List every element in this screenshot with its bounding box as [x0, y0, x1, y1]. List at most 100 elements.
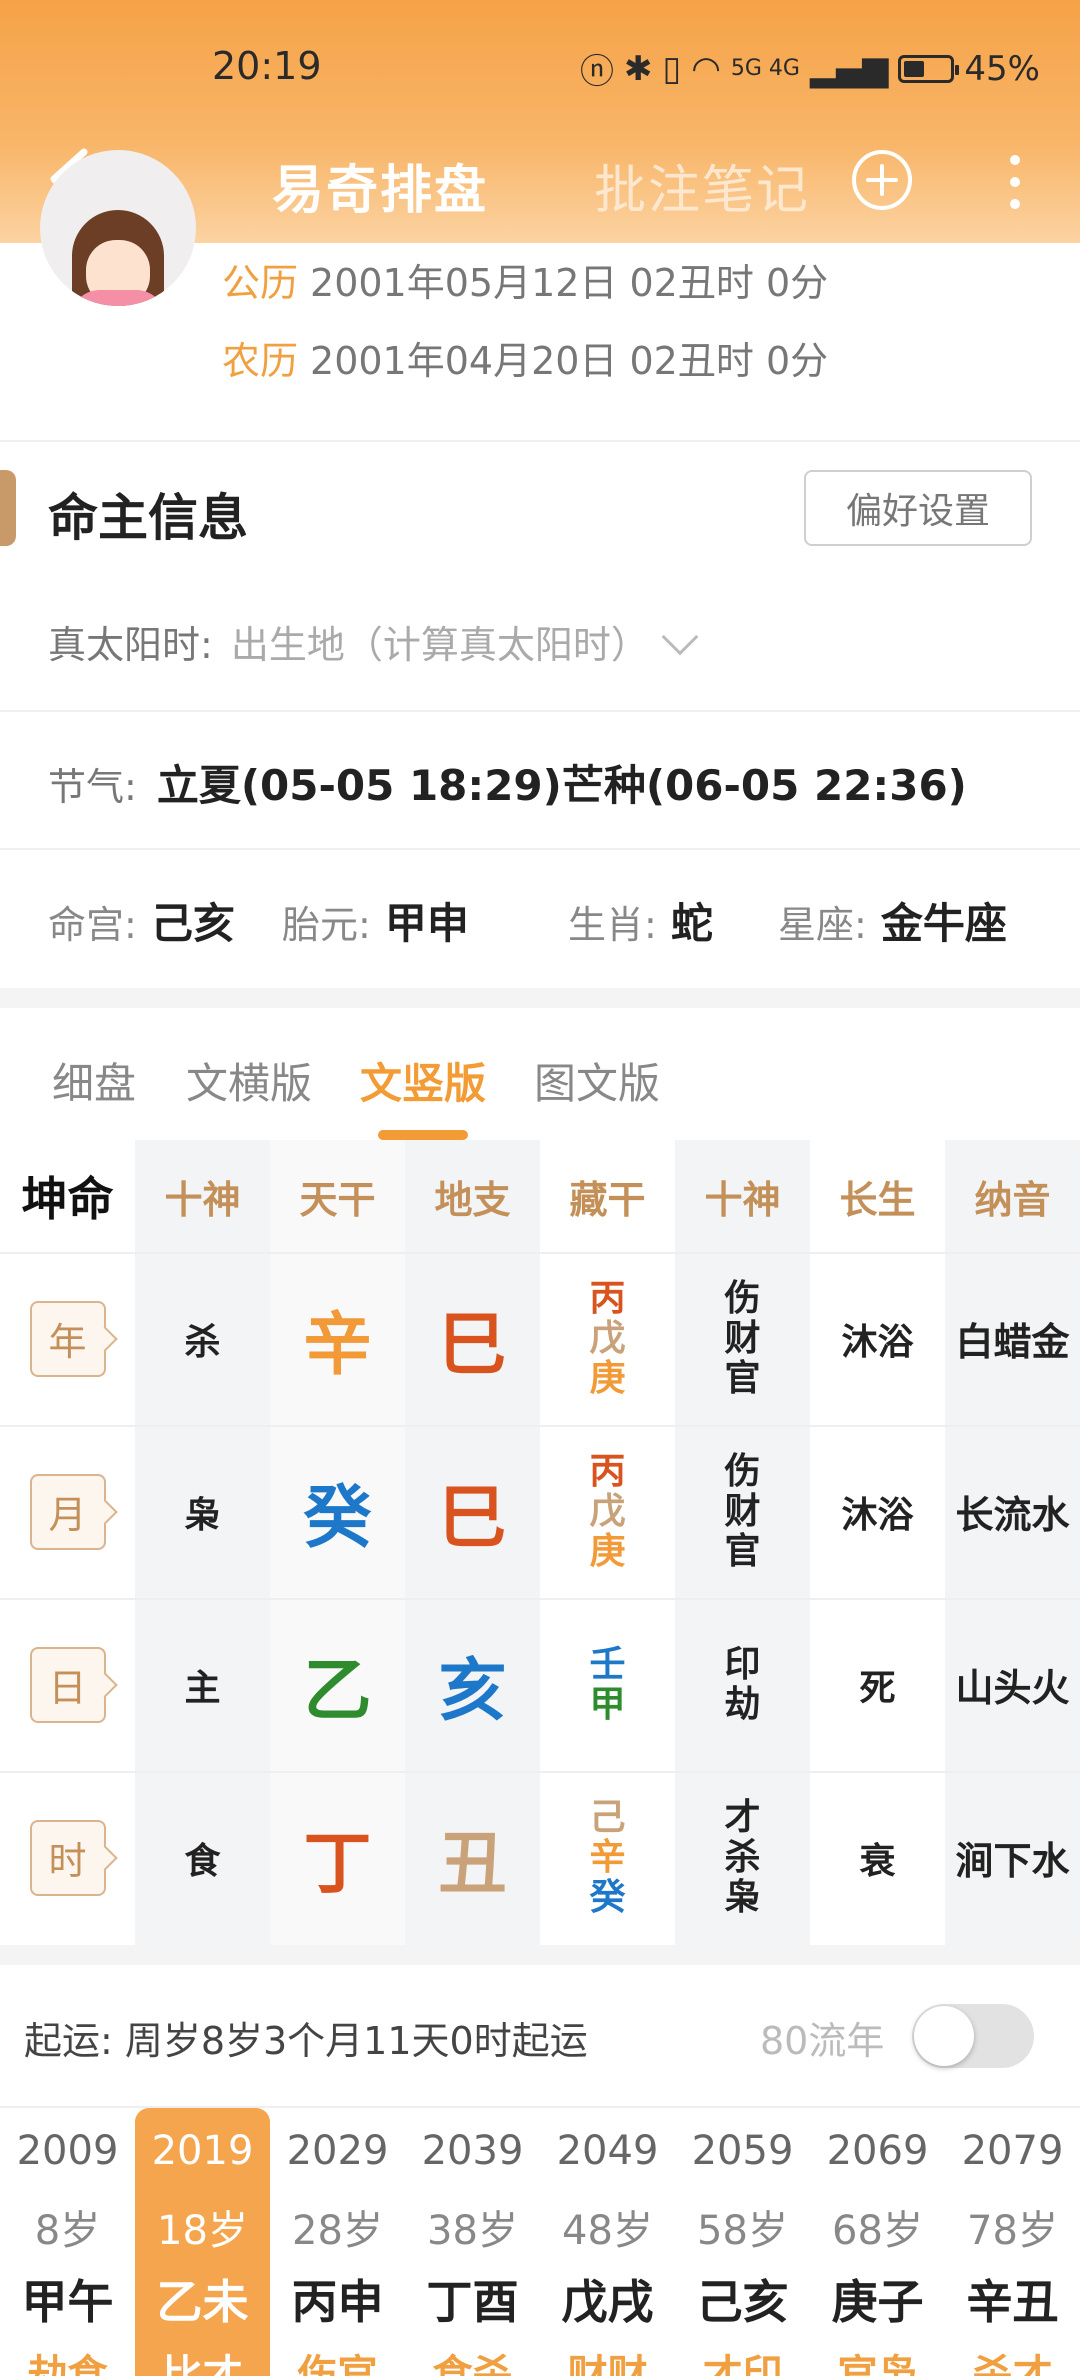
liunian-toggle[interactable]	[912, 2004, 1034, 2068]
dizhi-cell: 丑	[405, 1771, 540, 1944]
avatar[interactable]	[40, 150, 196, 306]
canggan-char: 丙	[589, 1277, 626, 1319]
chevron-down-icon[interactable]	[661, 618, 699, 656]
dizhi-cell: 亥	[405, 1598, 540, 1771]
pillar-cell: 时	[0, 1771, 135, 1944]
header-nayin: 纳音	[974, 1177, 1051, 1222]
status-time: 20:19	[212, 44, 322, 88]
shishen-text: 杀	[184, 1321, 221, 1363]
changsheng-text: 衰	[859, 1840, 896, 1882]
dayun-item[interactable]: 2019 18岁 乙未 比才	[135, 2108, 270, 2376]
dayun-year: 2029	[286, 2128, 389, 2174]
shishen2-char: 财	[724, 1317, 761, 1359]
pillar-tag[interactable]: 年	[29, 1300, 106, 1377]
dayun-year: 2019	[151, 2128, 254, 2174]
dayun-age: 58岁	[697, 2208, 788, 2254]
more-vertical-icon[interactable]	[1000, 150, 1030, 214]
tab-detail[interactable]: 细盘	[52, 1050, 136, 1111]
dayun-year: 2049	[556, 2128, 659, 2174]
ming-gong-item: 命宫: 己亥	[48, 890, 235, 951]
canggan-char: 庚	[589, 1357, 626, 1399]
status-icons: ⓝ ✱ ▯ ◠ 5G 4G ▂▄▆ 45%	[580, 44, 1040, 93]
solar-date-value: 2001年05月12日 02丑时 0分	[310, 261, 829, 305]
dizhi-cell: 巳	[405, 1425, 540, 1598]
preferences-button[interactable]: 偏好设置	[804, 470, 1032, 546]
battery-icon	[898, 54, 960, 83]
dayun-item[interactable]: 2009 8岁 甲午 劫食	[0, 2108, 135, 2376]
tiangan-text: 丁	[303, 1825, 372, 1904]
shishen2-cell: 伤财官	[675, 1252, 810, 1425]
divider	[0, 440, 1080, 442]
nayin-text: 山头火	[955, 1666, 1070, 1710]
dayun-item[interactable]: 2069 68岁 庚子 官枭	[810, 2108, 945, 2376]
nayin-cell: 白蜡金	[945, 1252, 1080, 1425]
dizhi-text: 巳	[438, 1306, 507, 1385]
dayun-age: 78岁	[967, 2208, 1058, 2254]
page-title[interactable]: 易奇排盘	[272, 148, 488, 223]
add-circle-icon[interactable]	[850, 148, 914, 212]
shishen2-char: 官	[724, 1530, 761, 1572]
dizhi-text: 亥	[438, 1652, 507, 1731]
pillar-tag[interactable]: 时	[29, 1819, 106, 1896]
true-solar-time-select[interactable]: 出生地（计算真太阳时）	[231, 623, 649, 667]
luck-start-row: 起运: 周岁8岁3个月11天0时起运	[24, 2010, 588, 2065]
dayun-ganzhi: 甲午	[21, 2275, 114, 2329]
canggan-char: 壬	[589, 1643, 626, 1685]
dayun-year: 2009	[16, 2128, 119, 2174]
tab-text-vertical[interactable]: 文竖版	[360, 1050, 486, 1111]
dayun-shishen: 伤官	[297, 2352, 378, 2376]
dayun-shishen: 食杀	[432, 2352, 513, 2376]
dayun-year: 2079	[961, 2128, 1064, 2174]
canggan-char: 辛	[589, 1836, 626, 1878]
nayin-text: 涧下水	[955, 1839, 1070, 1883]
tab-text-horizontal[interactable]: 文横版	[186, 1050, 312, 1111]
shishen2-char: 财	[724, 1490, 761, 1532]
nayin-cell: 涧下水	[945, 1771, 1080, 1944]
header-dizhi: 地支	[434, 1177, 511, 1222]
shishen2-char: 劫	[724, 1683, 761, 1725]
dayun-age: 18岁	[157, 2208, 248, 2254]
canggan-char: 戊	[589, 1317, 626, 1359]
tab-graphic[interactable]: 图文版	[534, 1050, 660, 1111]
canggan-cell: 丙戊庚	[540, 1425, 675, 1598]
dayun-item[interactable]: 2049 48岁 戊戌 财财	[540, 2108, 675, 2376]
dayun-item[interactable]: 2079 78岁 辛丑 杀才	[945, 2108, 1080, 2376]
pillar-tag[interactable]: 月	[29, 1473, 106, 1550]
toggle-knob	[914, 2006, 974, 2066]
header-changsheng: 长生	[839, 1177, 916, 1222]
zodiac-item: 生肖: 蛇	[568, 890, 713, 951]
view-tabs: 细盘 文横版 文竖版 图文版	[0, 1010, 1080, 1140]
tiangan-cell: 癸	[270, 1425, 405, 1598]
true-solar-time-row[interactable]: 真太阳时: 出生地（计算真太阳时）	[48, 614, 699, 669]
shishen2-char: 伤	[724, 1450, 761, 1492]
dayun-year: 2059	[691, 2128, 794, 2174]
dayun-item[interactable]: 2059 58岁 己亥 才印	[675, 2108, 810, 2376]
dayun-ganzhi: 己亥	[696, 2275, 789, 2329]
changsheng-cell: 沐浴	[810, 1252, 945, 1425]
lunar-date-row: 农历 2001年04月20日 02丑时 0分	[222, 330, 828, 385]
bluetooth-icon: ✱	[623, 48, 653, 89]
section-title: 命主信息	[48, 489, 248, 547]
changsheng-cell: 衰	[810, 1771, 945, 1944]
shishen2-char: 伤	[724, 1277, 761, 1319]
tiangan-text: 癸	[303, 1479, 372, 1558]
pillar-tag[interactable]: 日	[29, 1646, 106, 1723]
dayun-item[interactable]: 2039 38岁 丁酉 食杀	[405, 2108, 540, 2376]
dayun-age: 68岁	[832, 2208, 923, 2254]
tai-yuan-value: 甲申	[384, 899, 469, 948]
dayun-ganzhi: 辛丑	[966, 2275, 1059, 2329]
divider	[0, 710, 1080, 712]
pillar-cell: 日	[0, 1598, 135, 1771]
dayun-ganzhi: 庚子	[831, 2275, 924, 2329]
changsheng-text: 沐浴	[841, 1321, 914, 1363]
shishen2-stack: 印劫	[724, 1644, 761, 1725]
nayin-text: 白蜡金	[955, 1320, 1070, 1364]
ming-gong-value: 己亥	[150, 899, 235, 948]
tiangan-cell: 乙	[270, 1598, 405, 1771]
dayun-item[interactable]: 2029 28岁 丙申 伤官	[270, 2108, 405, 2376]
bazi-table: 坤命 十神 天干 地支 藏干 十神 长生 纳音 年杀辛巳丙戊庚伤财官沐浴 白蜡金月…	[0, 1140, 1080, 1945]
shishen-cell: 枭	[135, 1425, 270, 1598]
canggan-char: 戊	[589, 1490, 626, 1532]
canggan-stack: 壬甲	[589, 1643, 626, 1725]
tab-notes[interactable]: 批注笔记	[594, 148, 810, 223]
